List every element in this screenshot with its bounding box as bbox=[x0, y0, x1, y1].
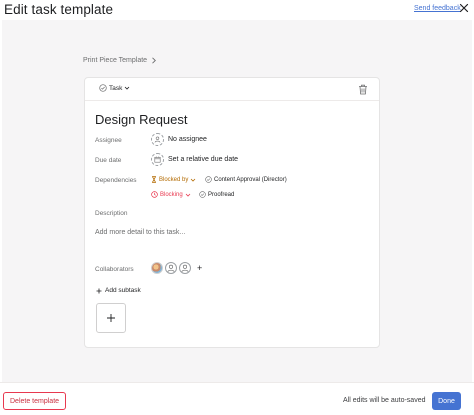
close-icon[interactable] bbox=[458, 2, 470, 14]
blocked-by-task[interactable]: Content Approval (Director) bbox=[205, 176, 287, 183]
check-circle-icon bbox=[205, 176, 212, 183]
blocking-task-name: Proofread bbox=[208, 191, 235, 198]
trash-icon[interactable] bbox=[358, 84, 368, 95]
assignee-value: No assignee bbox=[168, 136, 207, 143]
hourglass-icon bbox=[152, 176, 156, 183]
add-subtask-label: Add subtask bbox=[105, 287, 141, 294]
task-type-label: Task bbox=[109, 84, 123, 92]
collaborators-list: + bbox=[151, 262, 202, 274]
user-icon[interactable] bbox=[165, 262, 177, 274]
breadcrumb-label: Print Piece Template bbox=[83, 57, 148, 64]
assignee-label: Assignee bbox=[95, 137, 122, 144]
check-circle-icon bbox=[99, 84, 107, 92]
blocking-task[interactable]: Proofread bbox=[199, 191, 234, 198]
calendar-icon bbox=[151, 153, 164, 166]
add-attachment-button[interactable] bbox=[96, 303, 126, 333]
blocking-label: Blocking bbox=[160, 191, 183, 198]
breadcrumb[interactable]: Print Piece Template bbox=[83, 57, 157, 64]
blocking-dropdown[interactable]: Blocking bbox=[151, 191, 191, 198]
due-date-label: Due date bbox=[95, 157, 122, 164]
modal-footer: Delete template All edits will be auto-s… bbox=[0, 382, 474, 415]
description-input[interactable]: Add more detail to this task... bbox=[95, 229, 185, 236]
due-date-value: Set a relative due date bbox=[168, 156, 239, 163]
user-icon[interactable] bbox=[179, 262, 191, 274]
check-circle-icon bbox=[199, 191, 206, 198]
task-type-selector[interactable]: Task bbox=[99, 84, 130, 92]
blocked-by-label: Blocked by bbox=[159, 176, 189, 183]
task-card: Task Design Request Assignee No assignee… bbox=[84, 77, 380, 348]
chevron-right-icon bbox=[152, 57, 157, 64]
blocked-by-dropdown[interactable]: Blocked by bbox=[151, 176, 196, 183]
task-name[interactable]: Design Request bbox=[95, 112, 188, 127]
plus-icon bbox=[96, 288, 102, 293]
chevron-down-icon bbox=[191, 178, 196, 182]
chevron-down-icon bbox=[125, 86, 130, 90]
description-label: Description bbox=[95, 210, 128, 217]
send-feedback-link[interactable]: Send feedback bbox=[414, 5, 461, 12]
card-toolbar: Task bbox=[85, 78, 379, 101]
delete-template-button[interactable]: Delete template bbox=[3, 392, 67, 410]
add-subtask-button[interactable]: Add subtask bbox=[96, 287, 141, 294]
assignee-field[interactable]: No assignee bbox=[151, 133, 207, 146]
avatar[interactable] bbox=[151, 262, 163, 274]
modal-header: Edit task template Send feedback bbox=[0, 0, 474, 20]
due-date-field[interactable]: Set a relative due date bbox=[151, 153, 238, 166]
dependencies-label: Dependencies bbox=[95, 177, 137, 184]
collaborators-label: Collaborators bbox=[95, 266, 134, 273]
add-collaborator-icon[interactable]: + bbox=[197, 263, 202, 273]
autosave-status: All edits will be auto-saved bbox=[343, 397, 426, 404]
done-button[interactable]: Done bbox=[432, 392, 461, 410]
blocked-by-task-name: Content Approval (Director) bbox=[214, 176, 287, 183]
modal-title: Edit task template bbox=[4, 2, 114, 17]
chevron-down-icon bbox=[185, 193, 190, 197]
plus-icon bbox=[107, 314, 115, 322]
blocking-icon bbox=[151, 191, 158, 198]
user-icon bbox=[151, 133, 164, 146]
